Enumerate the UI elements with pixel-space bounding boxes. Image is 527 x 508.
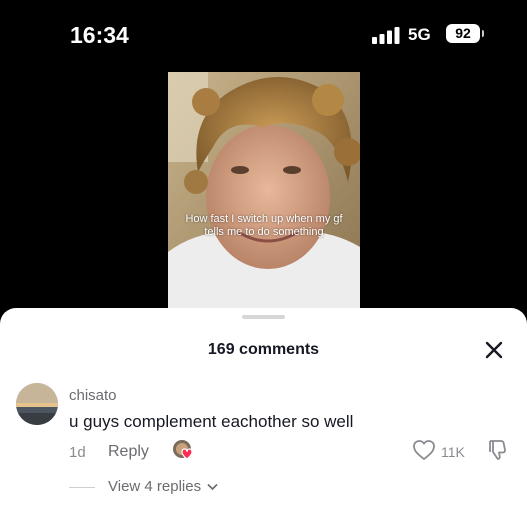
view-replies-label: View 4 replies xyxy=(108,478,202,495)
close-icon[interactable] xyxy=(484,340,504,360)
view-replies-button[interactable]: View 4 replies xyxy=(108,478,218,495)
chevron-down-icon xyxy=(207,483,218,491)
heart-icon[interactable] xyxy=(412,439,436,461)
battery-icon: 92 xyxy=(446,24,480,43)
avatar-image xyxy=(16,383,58,425)
status-bar: 16:34 5G 92 xyxy=(0,0,527,70)
avatar[interactable] xyxy=(16,383,58,425)
dislike-icon[interactable] xyxy=(486,438,510,462)
battery-level: 92 xyxy=(455,25,471,41)
comments-count-title: 169 comments xyxy=(207,341,320,358)
battery-cap xyxy=(482,30,484,37)
clock: 16:34 xyxy=(70,22,129,48)
comment-text: u guys complement eachother so well xyxy=(69,412,354,431)
comments-sheet: 169 comments chisato u guys complement e… xyxy=(0,308,527,508)
comment-time: 1d xyxy=(69,444,86,461)
drag-handle[interactable] xyxy=(242,315,285,319)
signal-icon xyxy=(372,27,400,44)
like-count: 11K xyxy=(441,444,465,460)
creator-liked-icon xyxy=(173,440,193,460)
video-caption: How fast I switch up when my gf tells me… xyxy=(185,213,343,238)
comment-username[interactable]: chisato xyxy=(69,387,117,404)
video-frame xyxy=(168,72,360,312)
reply-button[interactable]: Reply xyxy=(108,443,149,461)
network-type: 5G xyxy=(408,25,431,44)
video-preview[interactable]: How fast I switch up when my gf tells me… xyxy=(168,72,360,312)
replies-divider xyxy=(69,487,95,488)
